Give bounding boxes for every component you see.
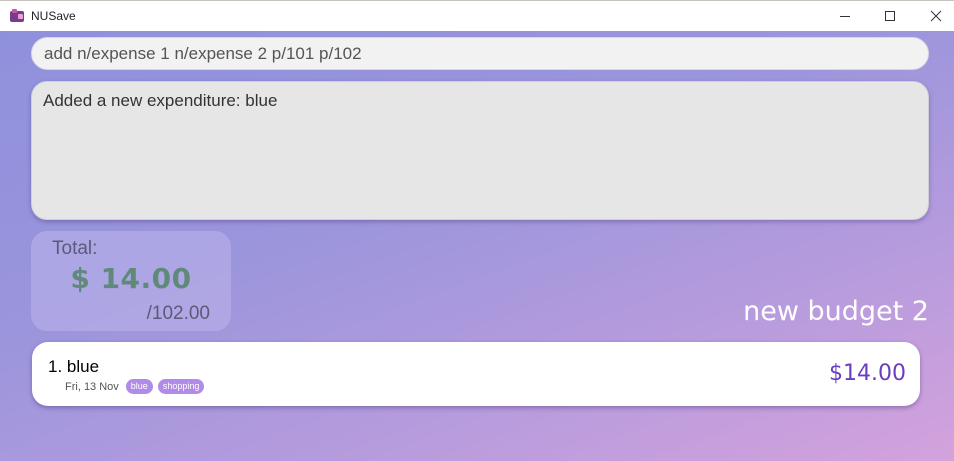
tag-badge: blue: [125, 379, 153, 394]
window-title: NUSave: [31, 9, 76, 23]
maximize-button[interactable]: [867, 1, 913, 31]
total-amount: $ 14.00: [70, 262, 192, 295]
budget-name: new budget 2: [743, 296, 929, 327]
list-item[interactable]: 1. blue Fri, 13 Nov blue shopping $14.00: [32, 342, 920, 406]
total-budget-threshold: /102.00: [146, 303, 210, 324]
app-logo-icon: [9, 8, 25, 24]
expenditure-amount: $14.00: [829, 361, 906, 386]
main-content: add n/expense 1 n/expense 2 p/101 p/102 …: [0, 31, 954, 461]
tag-badge: shopping: [157, 379, 205, 394]
title-bar: NUSave: [0, 0, 954, 31]
maximize-icon: [885, 11, 895, 21]
expenditure-meta: Fri, 13 Nov blue shopping: [65, 379, 205, 394]
minimize-button[interactable]: [822, 1, 868, 31]
close-button[interactable]: [913, 1, 954, 31]
expenditure-name: 1. blue: [48, 357, 100, 376]
command-input[interactable]: add n/expense 1 n/expense 2 p/101 p/102: [31, 37, 929, 70]
result-display: Added a new expenditure: blue: [31, 81, 929, 220]
minimize-icon: [840, 16, 850, 17]
close-icon: [930, 10, 942, 22]
expenditure-date: Fri, 13 Nov: [65, 380, 119, 393]
total-label: Total:: [52, 238, 98, 259]
total-card: Total: $ 14.00 /102.00: [31, 231, 231, 331]
